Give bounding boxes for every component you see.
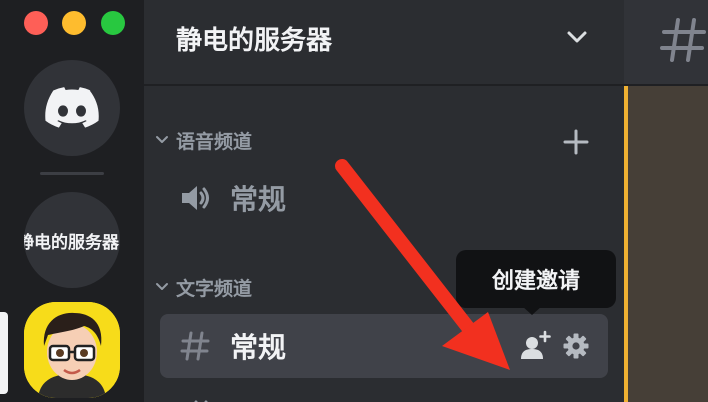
avatar[interactable] [24,302,120,398]
rail-divider [40,172,104,175]
server-rail: 静电的服务器 [0,0,144,402]
plus-icon[interactable] [562,128,590,156]
channel-sidebar: 静电的服务器 语音频道 常规 文字频道 常规 [144,0,624,402]
tooltip-create-invite: 创建邀请 [456,250,616,308]
gear-icon[interactable] [562,332,590,360]
tooltip-text: 创建邀请 [491,269,580,294]
server-selected-indicator [0,312,8,394]
server-icon-label: 静电的服务器 [24,232,119,253]
discord-window: 静电的服务器 静电的服务器 语音频道 常规 文字频道 常规 创建邀请 [0,0,708,402]
hash-icon [178,329,212,363]
channel-label: 常规 [230,331,287,364]
partial-channel-icon [194,400,208,402]
channel-voice-general[interactable]: 常规 [160,166,608,230]
hash-icon [660,18,706,62]
close-window-button[interactable] [24,11,48,35]
tooltip-pointer [522,306,542,315]
zoom-window-button[interactable] [101,11,125,35]
chat-area [624,0,708,402]
channel-text-general[interactable]: 常规 [160,314,608,378]
server-header[interactable]: 静电的服务器 [144,0,624,86]
category-label: 文字频道 [176,277,253,300]
category-label: 语音频道 [176,130,253,153]
speaker-icon [178,181,212,215]
chevron-down-icon[interactable] [564,26,590,48]
chevron-down-icon [156,136,168,143]
channel-label: 常规 [230,183,287,216]
category-text-channels[interactable]: 文字频道 [154,275,253,300]
category-voice-channels[interactable]: 语音频道 [154,128,253,153]
server-title: 静电的服务器 [176,26,333,56]
add-user-icon[interactable] [520,330,552,360]
home-button[interactable] [24,60,120,156]
cartoon-avatar [24,302,120,398]
chevron-down-icon [156,283,168,290]
minimize-window-button[interactable] [62,11,86,35]
chat-header [624,0,708,86]
server-icon[interactable]: 静电的服务器 [24,192,120,288]
discord-logo-icon [45,87,99,128]
chat-body [624,86,708,402]
